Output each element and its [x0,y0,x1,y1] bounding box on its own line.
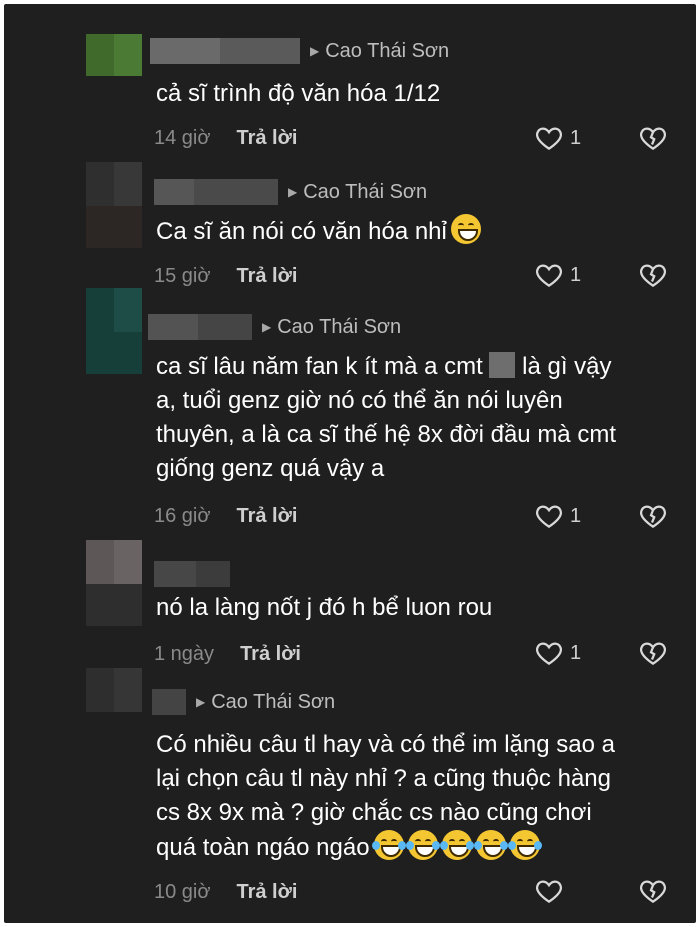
comment-meta: 16 giờ Trả lời [154,502,297,530]
comment-line: lại chọn câu tl này nhỉ ? a cũng thuộc h… [156,765,611,792]
like-count: 1 [570,263,582,286]
comment-text: Có nhiều câu tl hay và có thể im lặng sa… [156,728,615,865]
comment-line: Có nhiều câu tl hay và có thể im lặng sa… [156,731,615,758]
like-count: 1 [570,504,582,527]
comment-header: ▶ Cao Thái Sơn [150,36,449,66]
comment-line: a, tuổi genz giờ nó có thể ăn nói luyên [156,387,563,414]
reply-to-name[interactable]: Cao Thái Sơn [325,40,449,63]
comment-header: ▶ Cao Thái Sơn [148,312,401,342]
reply-to-name[interactable]: Cao Thái Sơn [211,691,335,714]
comment-header: ▶ Cao Thái Sơn [152,687,335,717]
reply-button[interactable]: Trả lời [236,265,297,288]
like-count: 1 [570,641,582,664]
username-blurred[interactable] [148,314,252,340]
avatar[interactable] [86,34,142,76]
reply-button[interactable]: Trả lời [236,127,297,150]
heart-outline-icon [536,642,562,665]
triangle-right-icon: ▶ [262,320,272,334]
comment-line: thuyên, a là ca sĩ thế hệ 8x đời đầu mà … [156,421,616,448]
timestamp: 1 ngày [154,642,215,665]
laughing-crying-face-emoji [405,830,440,860]
heart-outline-icon [536,264,562,287]
comment-line: nó la làng nốt j đó h bể luon rou [156,594,493,621]
broken-heart-icon[interactable] [638,260,668,290]
grinning-face-emoji [450,214,481,244]
comment-line: cả sĩ trình độ văn hóa 1/12 [156,80,441,107]
avatar[interactable] [86,540,142,626]
broken-heart-icon[interactable] [638,501,668,531]
username-blurred[interactable] [154,179,278,205]
comment-line-text: Ca sĩ ăn nói có văn hóa nhỉ [156,218,447,245]
avatar[interactable] [86,288,142,374]
timestamp: 16 giờ [154,504,211,527]
reply-button[interactable]: Trả lời [236,881,297,904]
laughing-crying-face-emoji [507,830,542,860]
comment-meta: 1 ngày Trả lời [154,640,301,668]
like-button[interactable]: 1 [534,501,581,531]
comment-line-text: là gì vậy [522,353,612,380]
comment-text: nó la làng nốt j đó h bể luon rou [156,591,492,625]
broken-heart-icon[interactable] [638,123,668,153]
comment-header: ▶ Cao Thái Sơn [154,177,427,207]
username-blurred[interactable] [150,38,300,64]
triangle-right-icon: ▶ [288,185,298,199]
comment-header [154,559,230,589]
heart-outline-icon [536,127,562,150]
timestamp: 15 giờ [154,264,211,287]
comment-line: giống genz quá vậy a [156,455,385,482]
broken-heart-icon[interactable] [638,876,668,906]
comment-text: Ca sĩ ăn nói có văn hóa nhỉ [156,214,481,249]
censored-block [489,352,516,378]
reply-to-name[interactable]: Cao Thái Sơn [303,181,427,204]
timestamp: 14 giờ [154,126,211,149]
comment-text: ca sĩ lâu năm fan k ít mà a cmt là gì vậ… [156,350,616,486]
comment-text: cả sĩ trình độ văn hóa 1/12 [156,77,440,111]
like-count: 1 [570,126,582,149]
broken-heart-icon[interactable] [638,638,668,668]
like-button[interactable]: 1 [534,638,581,668]
comment-meta: 14 giờ Trả lời [154,124,297,152]
laughing-crying-face-emoji [371,830,406,860]
username-blurred[interactable] [152,689,186,715]
reply-to-name[interactable]: Cao Thái Sơn [277,316,401,339]
reply-button[interactable]: Trả lời [240,643,301,666]
comment-line-text: ca sĩ lâu năm fan k ít mà a cmt [156,353,483,380]
comment-line: Ca sĩ ăn nói có văn hóa nhỉ [156,214,481,249]
laughing-crying-face-emoji [439,830,474,860]
heart-outline-icon [536,505,562,528]
comment-line: quá toàn ngáo ngáo [156,830,615,865]
laughing-crying-face-emoji [473,830,508,860]
avatar[interactable] [86,668,142,712]
comment-meta: 15 giờ Trả lời [154,262,297,290]
comment-meta: 10 giờ Trả lời [154,878,297,906]
heart-outline-icon [536,880,562,903]
comment-line: ca sĩ lâu năm fan k ít mà a cmt là gì vậ… [156,350,616,384]
reply-button[interactable]: Trả lời [236,505,297,528]
comment-line: cs 8x 9x mà ? giờ chắc cs nào cũng chơi [156,799,592,826]
avatar[interactable] [86,162,142,248]
comment-line-text: quá toàn ngáo ngáo [156,834,370,861]
triangle-right-icon: ▶ [310,44,320,58]
comment-list: ▶ Cao Thái Sơn cả sĩ trình độ văn hóa 1/… [4,4,696,923]
like-button[interactable]: 1 [534,260,581,290]
like-button[interactable]: 1 [534,123,581,153]
timestamp: 10 giờ [154,880,211,903]
triangle-right-icon: ▶ [196,695,206,709]
username-blurred[interactable] [154,561,230,587]
like-button[interactable] [534,876,570,906]
